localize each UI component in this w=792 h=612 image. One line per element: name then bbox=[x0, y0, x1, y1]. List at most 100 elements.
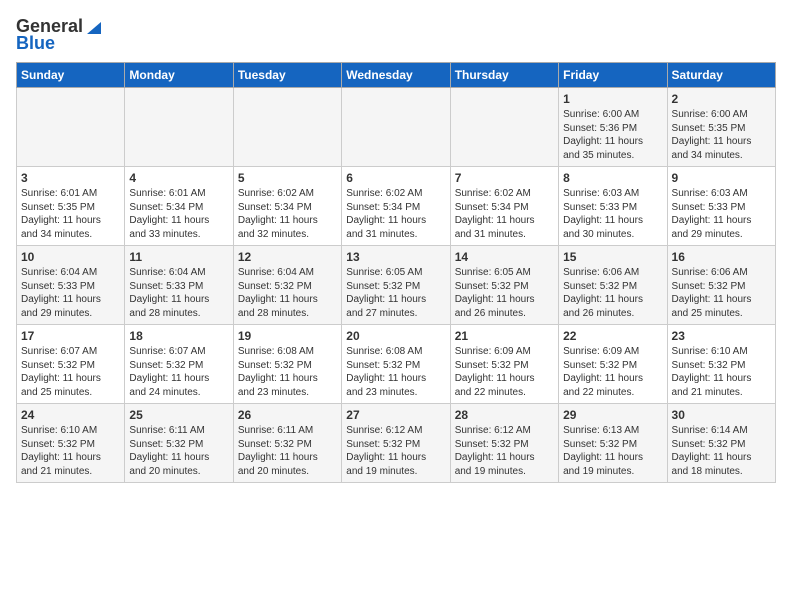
calendar-cell: 26 Sunrise: 6:11 AM Sunset: 5:32 PM Dayli… bbox=[233, 404, 341, 483]
calendar-cell bbox=[342, 88, 450, 167]
day-info: Sunrise: 6:12 AM Sunset: 5:32 PM Dayligh… bbox=[346, 424, 445, 478]
day-info: Sunrise: 6:06 AM Sunset: 5:32 PM Dayligh… bbox=[672, 266, 771, 320]
day-number: 18 bbox=[129, 329, 228, 343]
day-info: Sunrise: 6:11 AM Sunset: 5:32 PM Dayligh… bbox=[238, 424, 337, 478]
day-info: Sunrise: 6:04 AM Sunset: 5:33 PM Dayligh… bbox=[21, 266, 120, 320]
weekday-header-monday: Monday bbox=[125, 63, 233, 88]
day-info: Sunrise: 6:05 AM Sunset: 5:32 PM Dayligh… bbox=[346, 266, 445, 320]
calendar-cell: 25Sunrise: 6:11 AM Sunset: 5:32 PM Dayli… bbox=[125, 404, 233, 483]
calendar-cell: 9 Sunrise: 6:03 AM Sunset: 5:33 PM Daylig… bbox=[667, 167, 775, 246]
day-number: 16 bbox=[672, 250, 771, 264]
day-info: Sunrise: 6:01 AM Sunset: 5:35 PM Dayligh… bbox=[21, 187, 120, 241]
calendar-cell: 20Sunrise: 6:08 AM Sunset: 5:32 PM Dayli… bbox=[342, 325, 450, 404]
day-info: Sunrise: 6:03 AM Sunset: 5:33 PM Dayligh… bbox=[672, 187, 771, 241]
calendar-week-row: 10 Sunrise: 6:04 AM Sunset: 5:33 PM Dayli… bbox=[17, 246, 776, 325]
calendar-cell: 11Sunrise: 6:04 AM Sunset: 5:33 PM Dayli… bbox=[125, 246, 233, 325]
day-info: Sunrise: 6:12 AM Sunset: 5:32 PM Dayligh… bbox=[455, 424, 554, 478]
calendar-cell: 6 Sunrise: 6:02 AM Sunset: 5:34 PM Daylig… bbox=[342, 167, 450, 246]
day-info: Sunrise: 6:13 AM Sunset: 5:32 PM Dayligh… bbox=[563, 424, 662, 478]
weekday-header-wednesday: Wednesday bbox=[342, 63, 450, 88]
day-number: 28 bbox=[455, 408, 554, 422]
day-info: Sunrise: 6:14 AM Sunset: 5:32 PM Dayligh… bbox=[672, 424, 771, 478]
calendar-week-row: 1 Sunrise: 6:00 AM Sunset: 5:36 PM Daylig… bbox=[17, 88, 776, 167]
calendar-cell: 8 Sunrise: 6:03 AM Sunset: 5:33 PM Daylig… bbox=[559, 167, 667, 246]
weekday-header-tuesday: Tuesday bbox=[233, 63, 341, 88]
day-number: 1 bbox=[563, 92, 662, 106]
day-number: 30 bbox=[672, 408, 771, 422]
day-number: 20 bbox=[346, 329, 445, 343]
calendar-week-row: 17Sunrise: 6:07 AM Sunset: 5:32 PM Dayli… bbox=[17, 325, 776, 404]
day-number: 21 bbox=[455, 329, 554, 343]
day-info: Sunrise: 6:04 AM Sunset: 5:32 PM Dayligh… bbox=[238, 266, 337, 320]
calendar-cell: 13Sunrise: 6:05 AM Sunset: 5:32 PM Dayli… bbox=[342, 246, 450, 325]
day-number: 3 bbox=[21, 171, 120, 185]
day-info: Sunrise: 6:00 AM Sunset: 5:35 PM Dayligh… bbox=[672, 108, 771, 162]
calendar-cell: 10 Sunrise: 6:04 AM Sunset: 5:33 PM Dayli… bbox=[17, 246, 125, 325]
day-number: 4 bbox=[129, 171, 228, 185]
calendar-cell: 5Sunrise: 6:02 AM Sunset: 5:34 PM Daylig… bbox=[233, 167, 341, 246]
day-number: 7 bbox=[455, 171, 554, 185]
day-info: Sunrise: 6:07 AM Sunset: 5:32 PM Dayligh… bbox=[21, 345, 120, 399]
calendar-cell: 29 Sunrise: 6:13 AM Sunset: 5:32 PM Dayli… bbox=[559, 404, 667, 483]
calendar-cell: 3 Sunrise: 6:01 AM Sunset: 5:35 PM Daylig… bbox=[17, 167, 125, 246]
day-number: 2 bbox=[672, 92, 771, 106]
calendar-cell: 23 Sunrise: 6:10 AM Sunset: 5:32 PM Dayli… bbox=[667, 325, 775, 404]
calendar-cell: 12 Sunrise: 6:04 AM Sunset: 5:32 PM Dayli… bbox=[233, 246, 341, 325]
day-info: Sunrise: 6:09 AM Sunset: 5:32 PM Dayligh… bbox=[455, 345, 554, 399]
day-info: Sunrise: 6:02 AM Sunset: 5:34 PM Dayligh… bbox=[238, 187, 337, 241]
calendar-cell: 14 Sunrise: 6:05 AM Sunset: 5:32 PM Dayli… bbox=[450, 246, 558, 325]
calendar-cell: 27 Sunrise: 6:12 AM Sunset: 5:32 PM Dayli… bbox=[342, 404, 450, 483]
day-number: 24 bbox=[21, 408, 120, 422]
day-info: Sunrise: 6:09 AM Sunset: 5:32 PM Dayligh… bbox=[563, 345, 662, 399]
day-info: Sunrise: 6:11 AM Sunset: 5:32 PM Dayligh… bbox=[129, 424, 228, 478]
weekday-header-row: SundayMondayTuesdayWednesdayThursdayFrid… bbox=[17, 63, 776, 88]
calendar-cell: 1 Sunrise: 6:00 AM Sunset: 5:36 PM Daylig… bbox=[559, 88, 667, 167]
calendar-cell: 19Sunrise: 6:08 AM Sunset: 5:32 PM Dayli… bbox=[233, 325, 341, 404]
day-info: Sunrise: 6:10 AM Sunset: 5:32 PM Dayligh… bbox=[672, 345, 771, 399]
calendar-cell: 16 Sunrise: 6:06 AM Sunset: 5:32 PM Dayli… bbox=[667, 246, 775, 325]
calendar-cell: 28 Sunrise: 6:12 AM Sunset: 5:32 PM Dayli… bbox=[450, 404, 558, 483]
weekday-header-friday: Friday bbox=[559, 63, 667, 88]
day-info: Sunrise: 6:02 AM Sunset: 5:34 PM Dayligh… bbox=[455, 187, 554, 241]
calendar-cell: 18 Sunrise: 6:07 AM Sunset: 5:32 PM Dayli… bbox=[125, 325, 233, 404]
calendar-cell: 2 Sunrise: 6:00 AM Sunset: 5:35 PM Daylig… bbox=[667, 88, 775, 167]
calendar-cell: 24 Sunrise: 6:10 AM Sunset: 5:32 PM Dayli… bbox=[17, 404, 125, 483]
calendar-table: SundayMondayTuesdayWednesdayThursdayFrid… bbox=[16, 62, 776, 483]
calendar-week-row: 24 Sunrise: 6:10 AM Sunset: 5:32 PM Dayli… bbox=[17, 404, 776, 483]
day-number: 9 bbox=[672, 171, 771, 185]
calendar-cell: 4 Sunrise: 6:01 AM Sunset: 5:34 PM Daylig… bbox=[125, 167, 233, 246]
day-info: Sunrise: 6:08 AM Sunset: 5:32 PM Dayligh… bbox=[238, 345, 337, 399]
day-info: Sunrise: 6:05 AM Sunset: 5:32 PM Dayligh… bbox=[455, 266, 554, 320]
day-number: 27 bbox=[346, 408, 445, 422]
calendar-cell: 30 Sunrise: 6:14 AM Sunset: 5:32 PM Dayli… bbox=[667, 404, 775, 483]
day-number: 6 bbox=[346, 171, 445, 185]
weekday-header-sunday: Sunday bbox=[17, 63, 125, 88]
weekday-header-saturday: Saturday bbox=[667, 63, 775, 88]
calendar-cell bbox=[125, 88, 233, 167]
calendar-cell: 21 Sunrise: 6:09 AM Sunset: 5:32 PM Dayli… bbox=[450, 325, 558, 404]
day-number: 8 bbox=[563, 171, 662, 185]
calendar-cell: 22Sunrise: 6:09 AM Sunset: 5:32 PM Dayli… bbox=[559, 325, 667, 404]
logo: General Blue bbox=[16, 16, 103, 54]
day-number: 10 bbox=[21, 250, 120, 264]
day-info: Sunrise: 6:00 AM Sunset: 5:36 PM Dayligh… bbox=[563, 108, 662, 162]
day-info: Sunrise: 6:04 AM Sunset: 5:33 PM Dayligh… bbox=[129, 266, 228, 320]
calendar-cell: 7 Sunrise: 6:02 AM Sunset: 5:34 PM Daylig… bbox=[450, 167, 558, 246]
calendar-cell: 15Sunrise: 6:06 AM Sunset: 5:32 PM Dayli… bbox=[559, 246, 667, 325]
calendar-cell: 17Sunrise: 6:07 AM Sunset: 5:32 PM Dayli… bbox=[17, 325, 125, 404]
logo-triangle-icon bbox=[85, 18, 103, 36]
day-info: Sunrise: 6:01 AM Sunset: 5:34 PM Dayligh… bbox=[129, 187, 228, 241]
day-number: 26 bbox=[238, 408, 337, 422]
day-info: Sunrise: 6:10 AM Sunset: 5:32 PM Dayligh… bbox=[21, 424, 120, 478]
day-info: Sunrise: 6:03 AM Sunset: 5:33 PM Dayligh… bbox=[563, 187, 662, 241]
page-header: General Blue bbox=[16, 16, 776, 54]
logo-blue-text: Blue bbox=[16, 33, 55, 54]
day-info: Sunrise: 6:02 AM Sunset: 5:34 PM Dayligh… bbox=[346, 187, 445, 241]
day-number: 14 bbox=[455, 250, 554, 264]
day-number: 29 bbox=[563, 408, 662, 422]
day-info: Sunrise: 6:07 AM Sunset: 5:32 PM Dayligh… bbox=[129, 345, 228, 399]
calendar-cell bbox=[17, 88, 125, 167]
weekday-header-thursday: Thursday bbox=[450, 63, 558, 88]
day-number: 12 bbox=[238, 250, 337, 264]
day-number: 23 bbox=[672, 329, 771, 343]
